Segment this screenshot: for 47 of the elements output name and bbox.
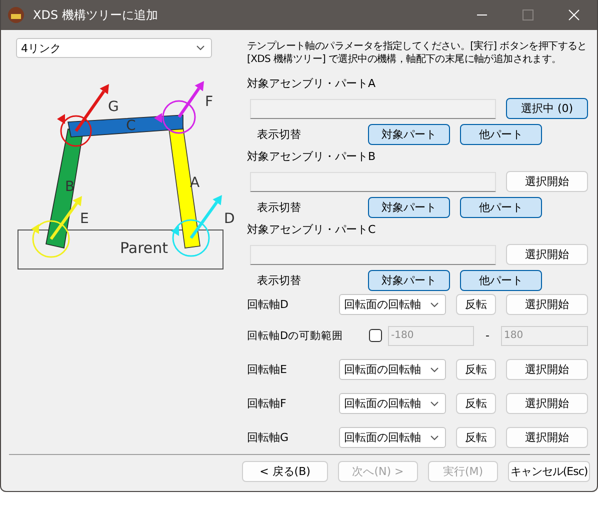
mode-dropdown[interactable]: 回転面の回転軸 (339, 393, 446, 414)
toggle-button[interactable]: 他パート (460, 270, 542, 291)
preset-dropdown[interactable]: 4リンク (16, 38, 212, 58)
section-label: 対象アセンブリ・パートC (247, 223, 377, 237)
field-label: 表示切替 (256, 128, 302, 142)
select-button[interactable]: 選択開始 (506, 244, 588, 265)
mode-dropdown[interactable]: 回転面の回転軸 (339, 359, 446, 380)
toggle-button[interactable]: 対象パート (368, 124, 450, 145)
toggle-button[interactable]: 他パート (460, 124, 542, 145)
diagram-label: B (65, 179, 75, 195)
section-label: 対象アセンブリ・パートB (247, 150, 377, 164)
reverse-button[interactable]: 反転 (456, 294, 496, 315)
mode-dropdown[interactable]: 回転面の回転軸 (339, 294, 446, 315)
select-button[interactable]: 選択開始 (506, 427, 588, 448)
toggle-button[interactable]: 対象パート (368, 270, 450, 291)
field-label: 回転軸Dの可動範囲 (247, 328, 344, 342)
diagram-label: C (126, 118, 136, 134)
mode-dropdown[interactable]: 回転面の回転軸 (339, 427, 446, 448)
toggle-button[interactable]: 対象パート (368, 197, 450, 218)
select-button[interactable]: 選択開始 (506, 294, 588, 315)
diagram-label: G (108, 99, 119, 115)
select-button[interactable]: 選択開始 (506, 171, 588, 192)
footer-button[interactable]: キャンセル(Esc) (508, 461, 590, 482)
section-label: 対象アセンブリ・パートA (247, 77, 377, 91)
diagram-label: F (205, 94, 214, 110)
reverse-button[interactable]: 反転 (456, 359, 496, 380)
range-separator: - (484, 329, 490, 342)
window-title: XDS 機構ツリーに追加 (33, 6, 159, 24)
select-button[interactable]: 選択開始 (506, 393, 588, 414)
field-label: 表示切替 (256, 274, 302, 288)
select-button[interactable]: 選択開始 (506, 359, 588, 380)
field-label: 回転軸E (247, 362, 288, 376)
footer-button[interactable]: < 戻る(B) (242, 461, 328, 482)
diagram-label: Parent (120, 239, 168, 257)
diagram-label: E (80, 211, 89, 227)
field-label: 表示切替 (256, 200, 302, 214)
footer-button: 実行(M) (428, 461, 498, 482)
diagram-label: D (224, 211, 235, 227)
reverse-button[interactable]: 反転 (456, 393, 496, 414)
reverse-button[interactable]: 反転 (456, 427, 496, 448)
toggle-button[interactable]: 他パート (460, 197, 542, 218)
field-label: 回転軸G (247, 430, 290, 444)
instruction-text: テンプレート軸のパラメータを指定してください。[実行] ボタンを押下すると [XDS 機構ツリー] で選択中の機構，軸配下の末尾に軸が追加されます。 (247, 40, 588, 66)
footer-button: 次へ(N) > (338, 461, 418, 482)
select-button[interactable]: 選択中 (0) (506, 98, 588, 119)
field-label: 回転軸F (247, 396, 288, 410)
field-label: 回転軸D (247, 298, 290, 312)
